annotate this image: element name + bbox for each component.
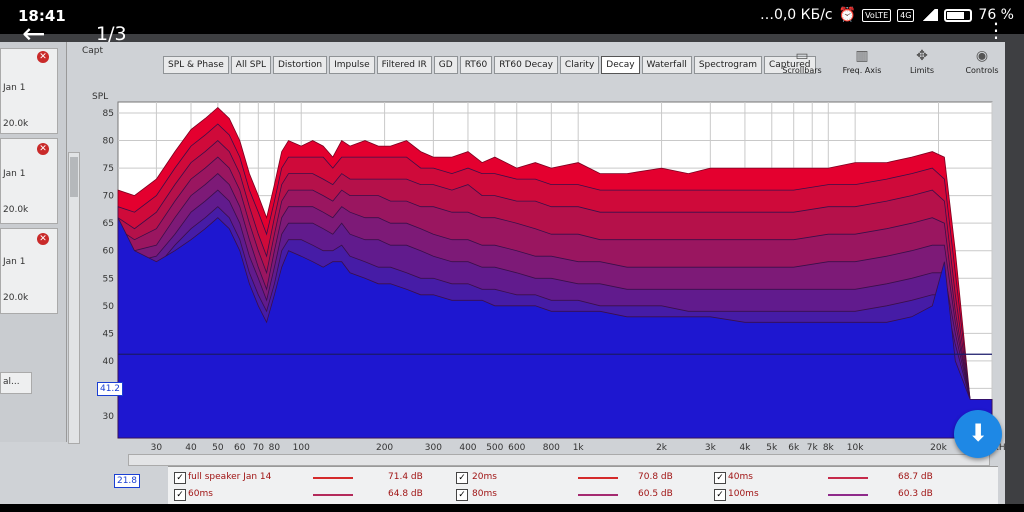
freq-start-box[interactable]: 21.8 (114, 474, 140, 488)
x-tick-label: 80 (269, 443, 281, 453)
monitor-screen: ✕ Jan 1 20.0k ✕ Jan 1 20.0k ✕ Jan 1 20.0… (0, 42, 1005, 504)
legend-swatch (828, 477, 868, 479)
phone-status-bar: 18:41 …0,0 КБ/с ⏰ VoLTE 4G 76 % (0, 0, 1024, 34)
battery-icon (944, 8, 973, 22)
legend-swatch (828, 494, 868, 496)
more-options-icon[interactable]: ⋮ (986, 20, 1006, 40)
legend-panel: ✓ full speaker Jan 14 71.4 dB ✓ 20ms 70.8 dB ✓… (168, 466, 998, 504)
x-tick-label: 2k (656, 443, 668, 453)
x-tick-label: 4k (739, 443, 751, 453)
back-arrow-icon[interactable]: ← (22, 20, 45, 48)
y-tick-label: 75 (103, 164, 114, 174)
x-tick-label: 400 (459, 443, 476, 453)
x-tick-label: 40 (185, 443, 197, 453)
network-speed: …0,0 КБ/с (759, 7, 833, 23)
y-tick-label: 85 (103, 109, 114, 119)
x-tick-label: 6k (788, 443, 800, 453)
x-tick-label: 600 (508, 443, 525, 453)
x-tick-label: 100 (293, 443, 310, 453)
legend-row: ✓ 100ms 60.3 dB (168, 488, 998, 504)
x-tick-label: 30 (151, 443, 163, 453)
level-marker[interactable]: 41.2 (97, 382, 123, 396)
y-tick-label: 50 (103, 302, 115, 312)
x-tick-label: 300 (425, 443, 442, 453)
x-tick-label: 8k (823, 443, 835, 453)
horizontal-scrollbar[interactable] (128, 454, 990, 466)
x-tick-label: 10k (847, 443, 864, 453)
x-tick-label: 3k (705, 443, 717, 453)
legend-checkbox[interactable]: ✓ (714, 472, 726, 484)
status-icons: …0,0 КБ/с ⏰ VoLTE 4G 76 % (760, 7, 1014, 23)
battery-fill (947, 11, 965, 19)
photo-viewer: ✕ Jan 1 20.0k ✕ Jan 1 20.0k ✕ Jan 1 20.0… (0, 34, 1024, 504)
x-tick-label: 200 (376, 443, 393, 453)
download-button[interactable]: ⬇ (954, 410, 1002, 458)
x-tick-label: 20k (930, 443, 947, 453)
x-tick-label: 1k (573, 443, 585, 453)
y-tick-label: 30 (103, 412, 115, 422)
x-tick-label: 5k (766, 443, 778, 453)
x-tick-label: 60 (234, 443, 246, 453)
y-tick-label: 55 (103, 274, 114, 284)
image-counter: 1/3 (96, 23, 127, 45)
alarm-icon: ⏰ (838, 7, 857, 23)
y-tick-label: 40 (103, 357, 115, 367)
network-type-icon: 4G (897, 8, 915, 22)
nav-bar (0, 504, 1024, 512)
x-tick-label: 70 (253, 443, 265, 453)
legend-label: 100ms (728, 489, 759, 499)
y-tick-label: 70 (103, 192, 115, 202)
legend-value: 60.3 dB (898, 489, 933, 499)
y-tick-label: 60 (103, 247, 115, 257)
x-tick-label: 500 (486, 443, 503, 453)
x-tick-label: 7k (807, 443, 819, 453)
x-tick-label: 800 (543, 443, 560, 453)
legend-value: 68.7 dB (898, 472, 933, 482)
legend-label: 40ms (728, 472, 753, 482)
y-tick-label: 45 (103, 329, 114, 339)
signal-icon (920, 9, 939, 21)
legend-checkbox[interactable]: ✓ (714, 489, 726, 501)
volte-icon: VoLTE (862, 8, 892, 22)
y-tick-label: 65 (103, 219, 114, 229)
y-tick-label: 80 (103, 137, 115, 147)
legend-row: ✓ 40ms 68.7 dB (168, 471, 998, 487)
download-icon: ⬇ (967, 419, 989, 447)
decay-chart: 8580757065605550454035303040506070801002… (103, 101, 1005, 453)
x-tick-label: 50 (212, 443, 224, 453)
